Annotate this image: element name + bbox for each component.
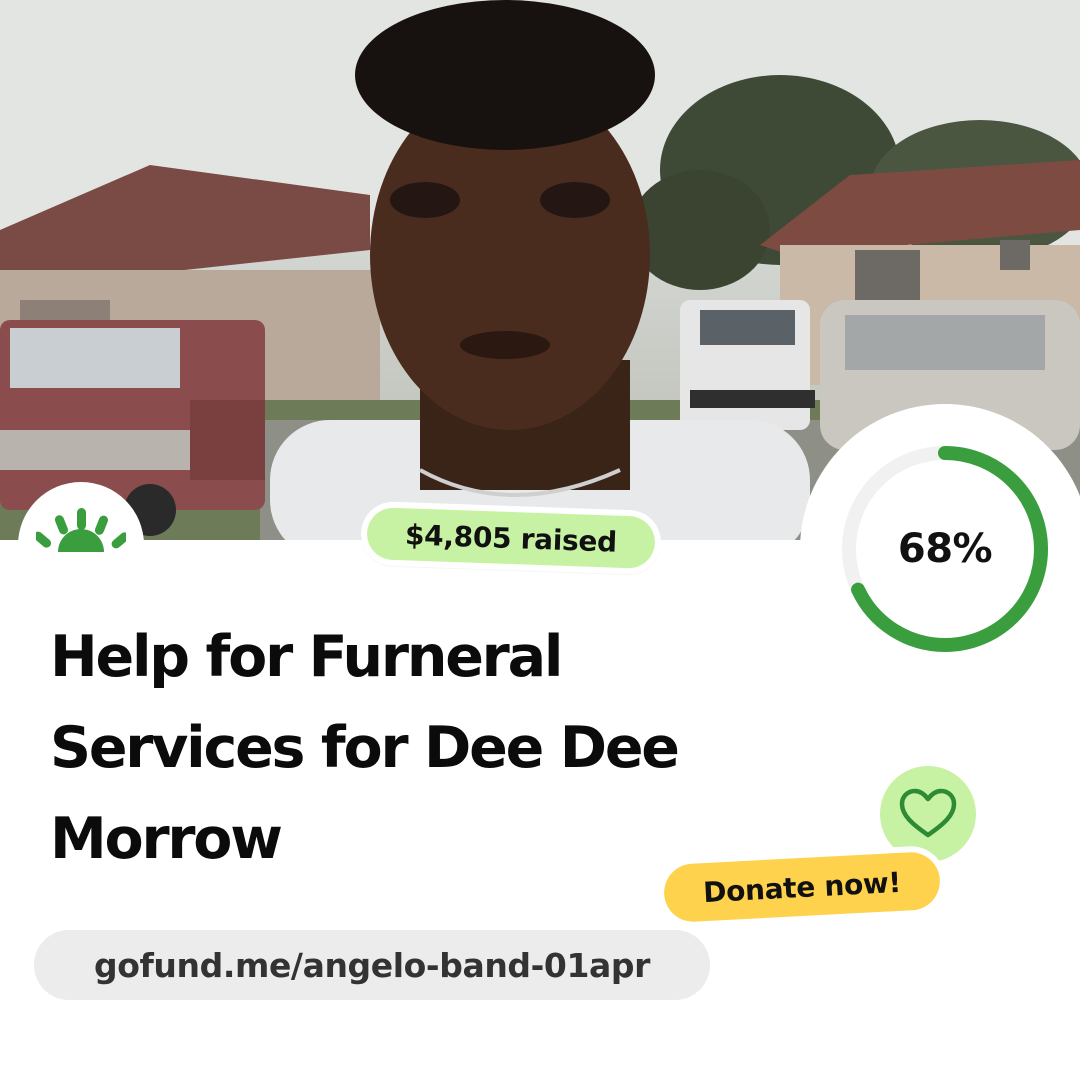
- donate-now-label: Donate now!: [662, 850, 942, 924]
- logo-badge: [18, 482, 144, 608]
- progress-percent-label: 68%: [897, 526, 993, 572]
- amount-raised-label: $4,805 raised: [366, 506, 656, 570]
- campaign-title: Help for Furneral Services for Dee Dee M…: [50, 624, 680, 872]
- gofundme-sunrise-icon: [36, 508, 126, 552]
- amount-raised-badge: $4,805 raised: [359, 500, 663, 576]
- progress-ring: 68%: [800, 404, 1080, 694]
- campaign-url[interactable]: gofund.me/angelo-band-01apr: [34, 930, 710, 1000]
- heart-icon: [899, 788, 957, 838]
